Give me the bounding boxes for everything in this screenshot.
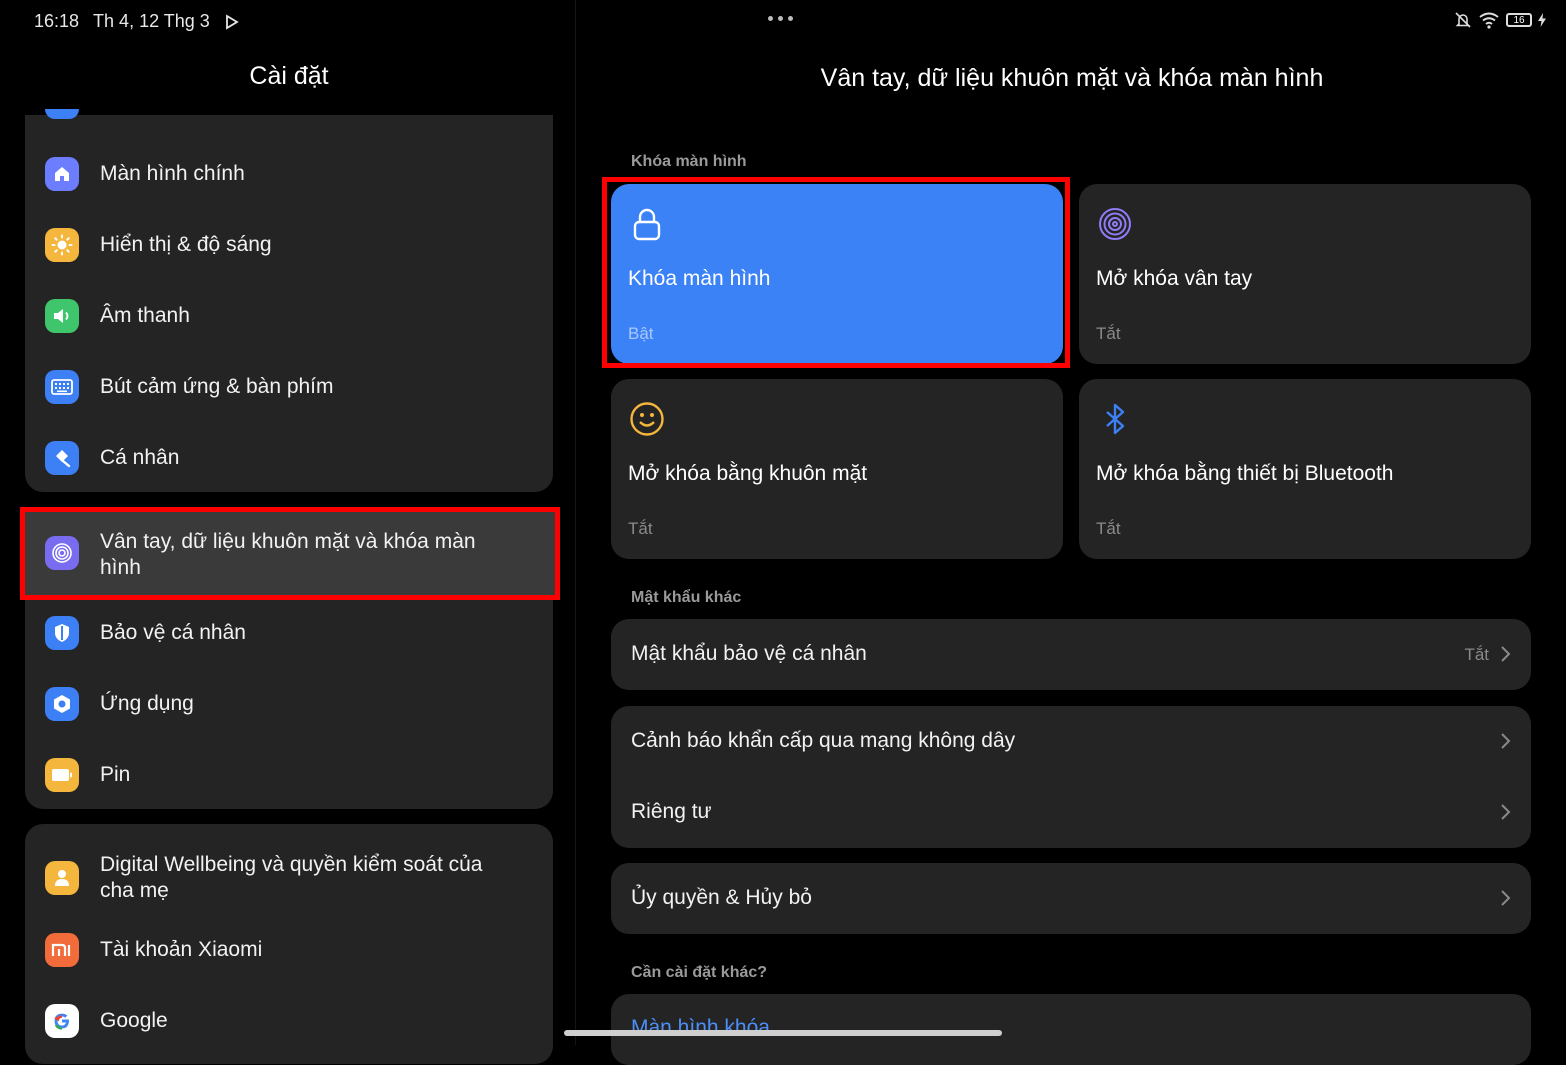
authorization-group: Ủy quyền & Hủy bỏ (611, 863, 1531, 934)
status-right: 16 (1454, 11, 1546, 29)
pane-divider (575, 0, 576, 1045)
settings-item-digital-wellbeing[interactable]: Digital Wellbeing và quyền kiểm soát của… (25, 834, 553, 921)
chevron-right-icon (1501, 890, 1511, 906)
settings-item-sound[interactable]: Âm thanh (25, 280, 553, 351)
settings-item-google[interactable]: Google (25, 985, 553, 1056)
bluetooth-icon (1106, 403, 1125, 435)
chevron-right-icon (1501, 646, 1511, 662)
keyboard-icon (45, 369, 79, 404)
face-icon (630, 402, 664, 436)
mi-icon (45, 932, 79, 967)
alerts-privacy-group: Cảnh báo khẩn cấp qua mạng không dây Riê… (611, 706, 1531, 848)
card-status: Tắt (1096, 519, 1121, 538)
card-title: Mở khóa vân tay (1096, 267, 1253, 290)
settings-item-apps[interactable]: Ứng dụng (25, 668, 553, 739)
bluetooth-unlock-card[interactable]: Mở khóa bằng thiết bị Bluetooth Tắt (1079, 379, 1531, 559)
section-label-other-passwords: Mật khẩu khác (631, 589, 742, 606)
fingerprint-icon (1099, 208, 1131, 240)
settings-item-fingerprint-face-lock[interactable]: Vân tay, dữ liệu khuôn mặt và khóa màn h… (20, 507, 560, 600)
wellbeing-icon (45, 860, 79, 895)
card-title: Mở khóa bằng thiết bị Bluetooth (1096, 462, 1394, 485)
row-label: Riêng tư (631, 800, 712, 823)
privacy-password-group: Mật khẩu bảo vệ cá nhân Tắt (611, 619, 1531, 690)
settings-item-personalization[interactable]: Cá nhân (25, 422, 553, 493)
card-status: Tắt (1096, 324, 1121, 343)
wifi-icon (1479, 12, 1499, 29)
fingerprint-unlock-card[interactable]: Mở khóa vân tay Tắt (1079, 184, 1531, 364)
chevron-right-icon (1501, 804, 1511, 820)
settings-item-privacy-protection[interactable]: Bảo vệ cá nhân (25, 597, 553, 668)
settings-item-label: Cá nhân (100, 445, 180, 469)
settings-title: Cài đặt (249, 62, 329, 90)
status-bar: 16:18 Th 4, 12 Thg 3 16 (0, 0, 1566, 44)
settings-item-label: Hiển thị & độ sáng (100, 232, 272, 256)
settings-item-label: Ứng dụng (100, 691, 194, 715)
section-label-screen-lock: Khóa màn hình (631, 153, 747, 170)
settings-item-xiaomi-account[interactable]: Tài khoản Xiaomi (25, 914, 553, 985)
settings-group-1: Màn hình chính Hiển thị & độ sáng Âm tha… (25, 109, 553, 493)
row-label: Ủy quyền & Hủy bỏ (631, 886, 812, 909)
section-label-more-settings: Cần cài đặt khác? (631, 964, 768, 981)
privacy-row[interactable]: Riêng tư (611, 777, 1531, 848)
settings-item-label: Vân tay, dữ liệu khuôn mặt và khóa màn h… (100, 530, 476, 579)
mute-icon (1455, 12, 1471, 28)
settings-item-label: Bút cảm ứng & bàn phím (100, 374, 334, 398)
chevron-right-icon (1501, 733, 1511, 749)
settings-item-label: Âm thanh (100, 303, 190, 327)
card-status: Tắt (628, 519, 653, 538)
apps-icon (45, 686, 79, 721)
sun-icon (45, 227, 79, 262)
emergency-alerts-row[interactable]: Cảnh báo khẩn cấp qua mạng không dây (611, 706, 1531, 777)
lock-screen-link[interactable]: Màn hình khóa (631, 1016, 770, 1040)
home-icon (45, 156, 79, 191)
battery-icon (45, 757, 79, 792)
play-store-icon (225, 13, 239, 30)
speaker-icon (45, 298, 79, 333)
settings-group-3: Digital Wellbeing và quyền kiểm soát của… (25, 824, 553, 1064)
settings-item-label: Màn hình chính (100, 161, 245, 185)
settings-item-keyboard[interactable]: Bút cảm ứng & bàn phím (25, 351, 553, 422)
status-left: 16:18 Th 4, 12 Thg 3 (34, 11, 240, 32)
settings-item-home-screen[interactable]: Màn hình chính (25, 138, 553, 209)
settings-item-label: Digital Wellbeing và quyền kiểm soát của… (100, 852, 483, 902)
fingerprint-icon (45, 536, 79, 570)
authorization-row[interactable]: Ủy quyền & Hủy bỏ (611, 863, 1531, 934)
google-icon (45, 1003, 79, 1038)
clock: 16:18 (34, 11, 80, 31)
date: Th 4, 12 Thg 3 (93, 11, 210, 31)
settings-item-display[interactable]: Hiển thị & độ sáng (25, 209, 553, 280)
settings-item-battery[interactable]: Pin (25, 739, 553, 810)
row-label: Cảnh báo khẩn cấp qua mạng không dây (631, 729, 1016, 752)
page-title: Vân tay, dữ liệu khuôn mặt và khóa màn h… (820, 64, 1324, 92)
privacy-password-row[interactable]: Mật khẩu bảo vệ cá nhân Tắt (611, 619, 1531, 690)
scrolled-icon-remnant (45, 109, 79, 119)
card-title: Mở khóa bằng khuôn mặt (628, 462, 868, 485)
row-value: Tắt (1464, 645, 1489, 664)
home-indicator[interactable] (564, 1030, 1002, 1036)
shield-icon (45, 615, 79, 650)
settings-item-label: Tài khoản Xiaomi (100, 937, 263, 961)
face-unlock-card[interactable]: Mở khóa bằng khuôn mặt Tắt (611, 379, 1063, 559)
brush-icon (45, 440, 79, 475)
settings-item-label: Google (100, 1008, 168, 1032)
battery-indicator: 16 (1506, 13, 1532, 27)
settings-item-label: Bảo vệ cá nhân (100, 620, 246, 644)
highlight-box (602, 177, 1070, 368)
settings-item-label: Pin (100, 762, 131, 786)
row-label: Mật khẩu bảo vệ cá nhân (631, 642, 867, 665)
window-options-icon[interactable] (768, 16, 793, 21)
charging-icon (1538, 13, 1546, 27)
